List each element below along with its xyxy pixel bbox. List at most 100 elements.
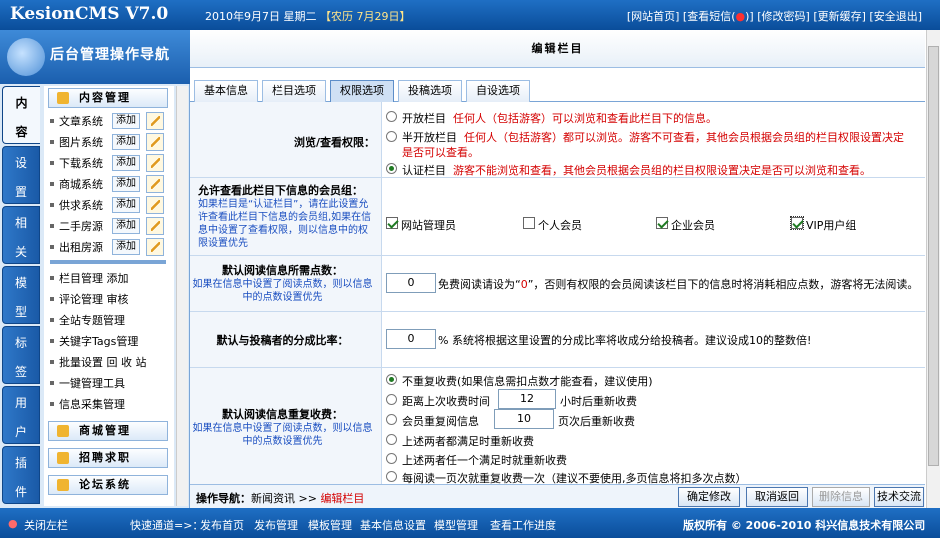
label-member-groups: 允许查看此栏目下信息的会员组： 如果栏目是“认证栏目”，请在此设置允许查看此栏目… <box>190 178 382 255</box>
quick-publish-manage[interactable]: 发布管理 <box>254 517 298 533</box>
link-change-password[interactable]: [修改密码] <box>757 10 810 23</box>
tab-permission-options[interactable]: 权限选项 <box>330 80 394 102</box>
close-left-link[interactable]: 关闭左栏 <box>24 517 68 533</box>
edit-pencil-icon[interactable] <box>146 217 164 235</box>
vtab-settings[interactable]: 设置 <box>2 146 40 204</box>
link-comment-review[interactable]: 审核 <box>107 293 129 306</box>
confirm-button[interactable]: 确定修改 <box>678 487 740 507</box>
menu-row-mall: 商城系统 添加 <box>48 175 172 194</box>
breadcrumb-parent[interactable]: 新闻资讯 <box>251 492 295 505</box>
vtab-content[interactable]: 内容 <box>2 86 40 144</box>
link-rental-house[interactable]: 出租房源 <box>59 241 103 254</box>
menu-row-comment: 评论管理 审核 <box>48 290 172 309</box>
link-update-cache[interactable]: [更新缓存] <box>813 10 866 23</box>
radio-both-met[interactable] <box>386 434 397 445</box>
radio-no-repeat[interactable] <box>386 374 397 385</box>
quick-publish-home[interactable]: 发布首页 <box>200 517 244 533</box>
read-points-input[interactable]: 0 <box>386 273 436 293</box>
row-view-permission: 浏览/查看权限： 开放栏目 任何人（包括游客）可以浏览和查看此栏目下的信息。 半… <box>190 102 925 178</box>
breadcrumb: 操作导航：新闻资讯 >> 编辑栏目 <box>196 492 365 505</box>
edit-pencil-icon[interactable] <box>146 175 164 193</box>
quick-template-manage[interactable]: 模板管理 <box>308 517 352 533</box>
link-photo-system[interactable]: 图片系统 <box>59 136 103 149</box>
link-supply-system[interactable]: 供求系统 <box>59 199 103 212</box>
radio-by-times[interactable] <box>386 414 397 425</box>
link-tags-manage[interactable]: 关键字Tags管理 <box>59 335 138 348</box>
tab-custom-options[interactable]: 自设选项 <box>466 80 530 102</box>
add-supply-button[interactable]: 添加 <box>112 197 140 213</box>
vtab-tags[interactable]: 标签 <box>2 326 40 384</box>
scroll-thumb[interactable] <box>928 46 939 466</box>
section-forum-button[interactable]: 论坛系统 <box>48 475 168 495</box>
radio-open-column[interactable] <box>386 111 397 122</box>
link-site-home[interactable]: [网站首页] <box>627 10 680 23</box>
link-article-system[interactable]: 文章系统 <box>59 115 103 128</box>
tab-basic-info[interactable]: 基本信息 <box>194 80 258 102</box>
vtab-plugins[interactable]: 插件 <box>2 446 40 504</box>
edit-pencil-icon[interactable] <box>146 133 164 151</box>
edit-pencil-icon[interactable] <box>146 112 164 130</box>
add-mall-button[interactable]: 添加 <box>112 176 140 192</box>
link-comment-manage[interactable]: 评论管理 <box>59 293 103 306</box>
add-secondhand-button[interactable]: 添加 <box>112 218 140 234</box>
checkbox-site-admin[interactable] <box>386 217 398 229</box>
vtab-model[interactable]: 模型 <box>2 266 40 324</box>
vtab-users[interactable]: 用户 <box>2 386 40 444</box>
checkbox-vip-group[interactable] <box>790 216 804 230</box>
cancel-button[interactable]: 取消返回 <box>746 487 808 507</box>
menu-row-photo: 图片系统 添加 <box>48 133 172 152</box>
add-article-button[interactable]: 添加 <box>112 113 140 129</box>
by-hours-label: 距离上次收费时间 <box>402 395 490 408</box>
radio-either-met[interactable] <box>386 453 397 464</box>
delete-button[interactable]: 删除信息 <box>812 487 870 507</box>
add-photo-button[interactable]: 添加 <box>112 134 140 150</box>
menu-row-rental: 出租房源 添加 <box>48 238 172 257</box>
edit-pencil-icon[interactable] <box>146 196 164 214</box>
radio-auth-column[interactable] <box>386 163 397 174</box>
edit-pencil-icon[interactable] <box>146 238 164 256</box>
hand-icon <box>57 452 69 464</box>
tab-column-options[interactable]: 栏目选项 <box>262 80 326 102</box>
link-column-manage[interactable]: 栏目管理 <box>59 272 103 285</box>
section-content-button[interactable]: 内容管理 <box>48 88 168 108</box>
link-onekey-tools[interactable]: 一键管理工具 <box>59 377 125 390</box>
section-mall-button[interactable]: 商城管理 <box>48 421 168 441</box>
link-special-manage[interactable]: 全站专题管理 <box>59 314 125 327</box>
top-links: [网站首页] [查看短信(●)] [修改密码] [更新缓存] [安全退出] <box>627 8 922 24</box>
link-collect-manage[interactable]: 信息采集管理 <box>59 398 125 411</box>
field-share-ratio: 0 % 系统将根据这里设置的分成比率将收成分给投稿者。建议设成10的整数倍! <box>386 312 925 367</box>
link-recycle-bin[interactable]: 回 收 站 <box>107 356 147 369</box>
hours-input[interactable]: 12 <box>498 389 556 409</box>
checkbox-enterprise-member[interactable] <box>656 217 668 229</box>
menu-scrollbar[interactable] <box>176 86 188 506</box>
link-mall-system[interactable]: 商城系统 <box>59 178 103 191</box>
link-secondhand-house[interactable]: 二手房源 <box>59 220 103 233</box>
menu-row-collect: 信息采集管理 <box>48 395 172 414</box>
read-points-hint: 如果在信息中设置了阅读点数，则以信息中的点数设置优先 <box>192 279 373 303</box>
radio-by-hours[interactable] <box>386 394 397 405</box>
quick-model-manage[interactable]: 模型管理 <box>434 517 478 533</box>
link-download-system[interactable]: 下载系统 <box>59 157 103 170</box>
tab-contribute-options[interactable]: 投稿选项 <box>398 80 462 102</box>
content-scrollbar[interactable] <box>926 30 940 508</box>
radio-every-page[interactable] <box>386 471 397 482</box>
add-download-button[interactable]: 添加 <box>112 155 140 171</box>
link-batch-settings[interactable]: 批量设置 <box>59 356 103 369</box>
link-view-messages[interactable]: [查看短信(●)] <box>683 10 754 23</box>
menu-row-article: 文章系统 添加 <box>48 112 172 131</box>
link-column-add[interactable]: 添加 <box>107 272 129 285</box>
tech-support-button[interactable]: 技术交流 <box>874 487 924 507</box>
link-logout[interactable]: [安全退出] <box>869 10 922 23</box>
admin-gear-icon <box>7 38 45 76</box>
quick-basic-settings[interactable]: 基本信息设置 <box>360 517 426 533</box>
checkbox-personal-member[interactable] <box>523 217 535 229</box>
add-rental-button[interactable]: 添加 <box>112 239 140 255</box>
times-input[interactable]: 10 <box>494 409 554 429</box>
section-jobs-button[interactable]: 招聘求职 <box>48 448 168 468</box>
edit-pencil-icon[interactable] <box>146 154 164 172</box>
share-ratio-input[interactable]: 0 <box>386 329 436 349</box>
vtab-related[interactable]: 相关 <box>2 206 40 264</box>
radio-half-open-column[interactable] <box>386 131 397 142</box>
menu-row-tags: 关键字Tags管理 <box>48 332 172 351</box>
quick-work-progress[interactable]: 查看工作进度 <box>490 517 556 533</box>
